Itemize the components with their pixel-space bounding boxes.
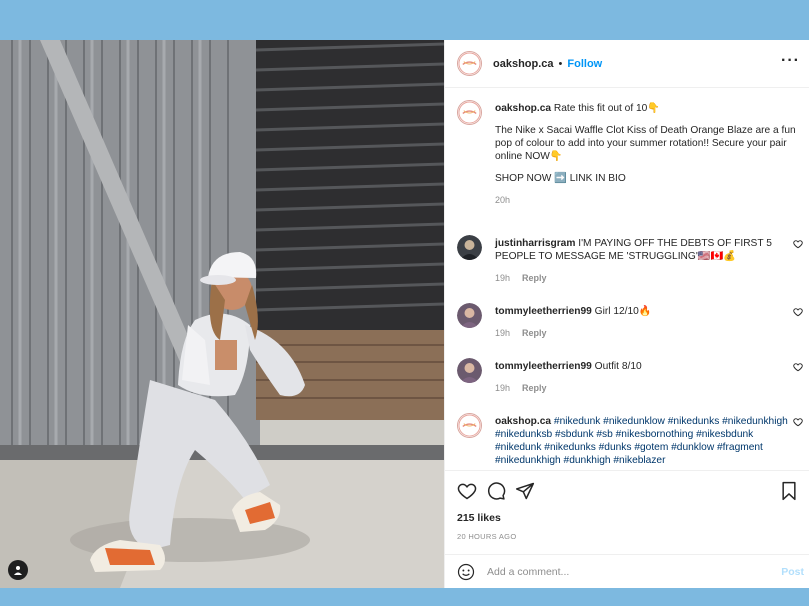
smiley-icon[interactable]: [457, 563, 475, 581]
avatar[interactable]: [457, 303, 482, 328]
comment-username[interactable]: justinharrisgram: [495, 238, 575, 249]
action-icons-row: [457, 481, 799, 503]
comment-age: 19h: [495, 328, 511, 338]
avatar[interactable]: [457, 413, 482, 438]
comment-bubble-icon[interactable]: [486, 481, 506, 501]
comment-text: Outfit 8/10: [594, 361, 642, 372]
caption-age: 20h: [495, 195, 511, 205]
caption-line1: Rate this fit out of 10👇: [553, 103, 661, 114]
caption-username[interactable]: oakshop.ca: [495, 103, 551, 114]
comment-age: 19h: [495, 273, 511, 283]
post-author-username[interactable]: oakshop.ca: [493, 58, 554, 70]
ellipsis-icon[interactable]: ···: [781, 53, 800, 69]
add-comment-bar: Post: [445, 554, 809, 589]
heart-icon[interactable]: [793, 362, 803, 372]
comment-meta: 19h Reply: [495, 327, 800, 340]
caption-cta: SHOP NOW ➡️ LINK IN BIO: [495, 173, 626, 184]
comment-username[interactable]: tommyleetherrien99: [495, 361, 592, 372]
oakshop-logo-icon: [458, 101, 481, 124]
avatar[interactable]: [457, 235, 482, 260]
comment-age: 19h: [495, 383, 511, 393]
comments-list[interactable]: oakshop.ca Rate this fit out of 10👇 The …: [445, 89, 809, 470]
oakshop-logo-icon: [458, 414, 481, 437]
comment-username[interactable]: tommyleetherrien99: [495, 306, 592, 317]
post-photo[interactable]: [0, 40, 444, 588]
comment-body: justinharrisgram I'M PAYING OFF THE DEBT…: [495, 237, 800, 285]
avatar[interactable]: [457, 100, 482, 125]
post-actions: 215 likes 20 HOURS AGO Post: [445, 470, 809, 588]
avatar[interactable]: [457, 358, 482, 383]
separator-dot: •: [558, 57, 563, 70]
person-tag-icon[interactable]: [8, 560, 28, 580]
reply-button[interactable]: Reply: [522, 383, 547, 393]
comment-meta: 19h Reply: [495, 382, 800, 395]
likes-count[interactable]: 215 likes: [457, 512, 501, 524]
caption-meta: 20h: [495, 194, 800, 207]
follow-button[interactable]: Follow: [567, 58, 602, 70]
comment-body: oakshop.ca #nikedunk #nikedunklow #niked…: [495, 415, 800, 467]
post-photo-image: [0, 40, 444, 588]
heart-icon[interactable]: [457, 481, 477, 501]
heart-icon[interactable]: [793, 417, 803, 427]
reply-button[interactable]: Reply: [522, 328, 547, 338]
oakshop-logo-icon: [458, 52, 481, 75]
post-timestamp: 20 HOURS AGO: [457, 532, 517, 541]
caption-body: oakshop.ca Rate this fit out of 10👇 The …: [495, 102, 800, 207]
paper-plane-icon[interactable]: [515, 481, 535, 501]
post-header: oakshop.ca • Follow ···: [445, 40, 809, 88]
avatar[interactable]: [457, 51, 482, 76]
heart-icon[interactable]: [793, 307, 803, 317]
caption-paragraph: The Nike x Sacai Waffle Clot Kiss of Dea…: [495, 125, 796, 162]
comment-text: Girl 12/10🔥: [594, 306, 652, 317]
heart-icon[interactable]: [793, 239, 803, 249]
instagram-post-modal: oakshop.ca • Follow ··· oakshop.ca Rate …: [0, 40, 809, 588]
post-side-panel: oakshop.ca • Follow ··· oakshop.ca Rate …: [444, 40, 809, 588]
comment-input[interactable]: [487, 566, 757, 578]
reply-button[interactable]: Reply: [522, 273, 547, 283]
comment-body: tommyleetherrien99 Outfit 8/10 19h Reply: [495, 360, 800, 395]
bookmark-icon[interactable]: [779, 481, 799, 501]
post-comment-button[interactable]: Post: [781, 566, 804, 578]
comment-meta: 19h Reply: [495, 272, 800, 285]
comment-username[interactable]: oakshop.ca: [495, 416, 551, 427]
comment-body: tommyleetherrien99 Girl 12/10🔥 19h Reply: [495, 305, 800, 340]
